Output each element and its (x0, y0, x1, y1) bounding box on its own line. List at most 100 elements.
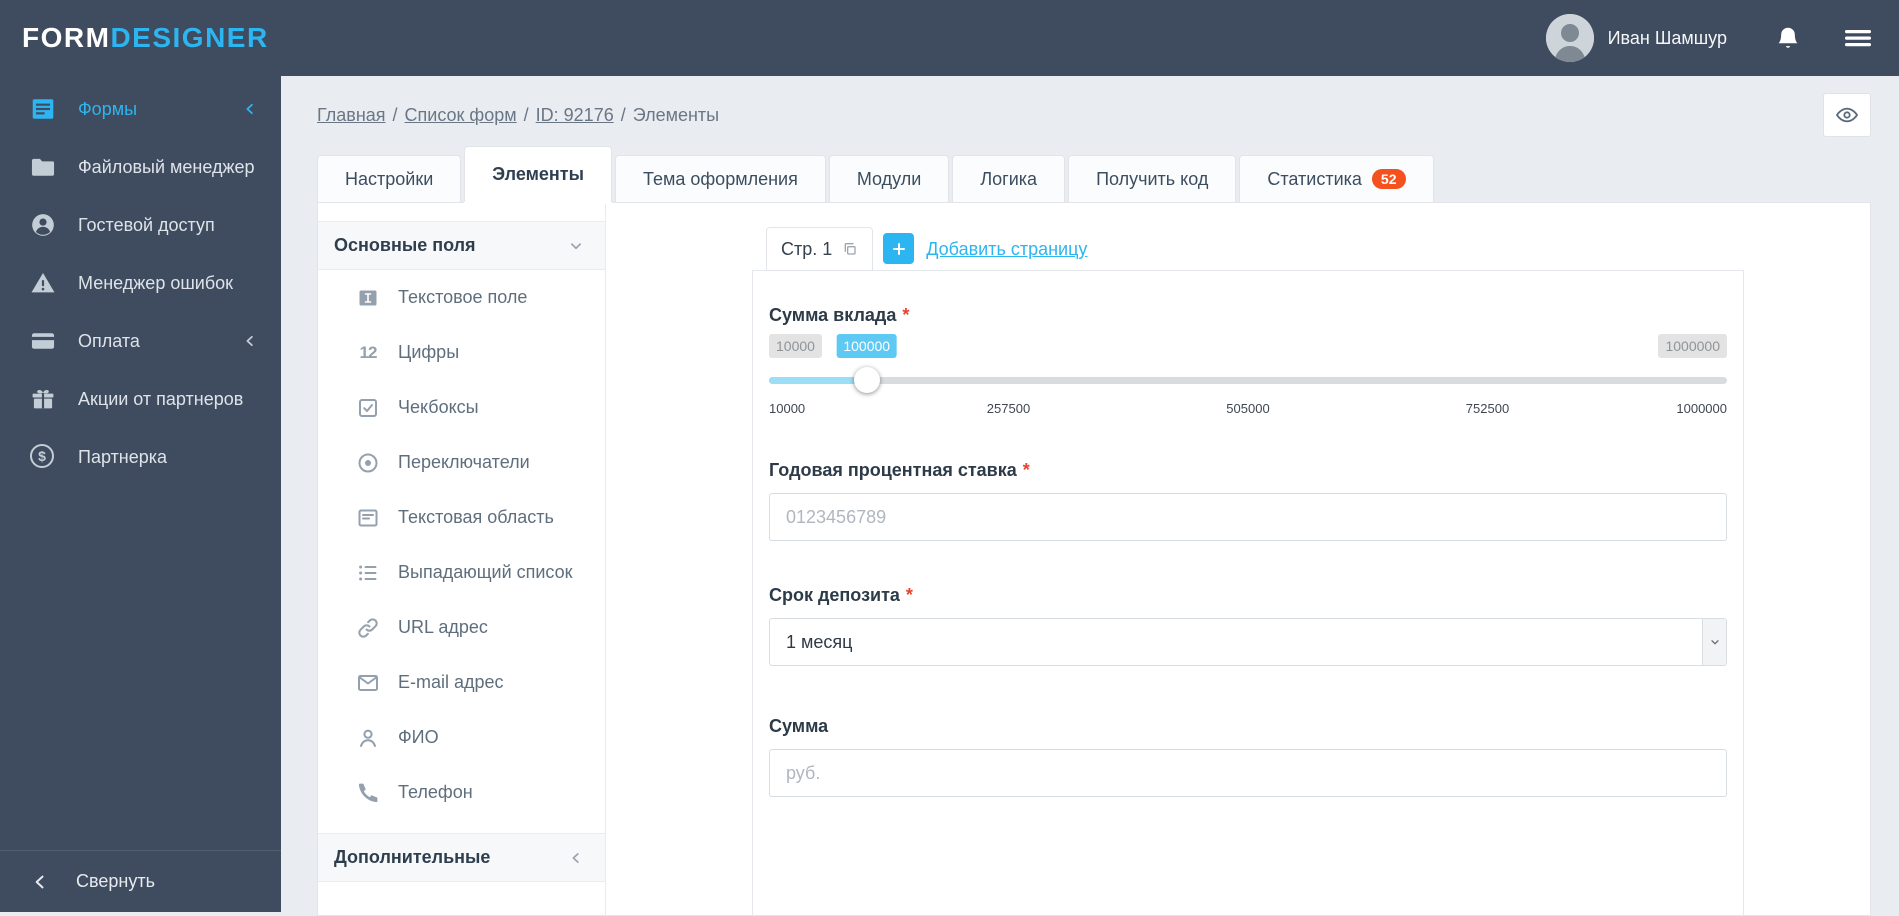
tab-elements[interactable]: Элементы (464, 146, 612, 202)
breadcrumb-link-forms-list[interactable]: Список форм (405, 105, 517, 126)
field-amount: Сумма (769, 716, 1727, 797)
rate-input[interactable] (769, 493, 1727, 541)
scale-tick: 1000000 (1676, 401, 1727, 416)
field-label: Срок депозита (769, 585, 900, 605)
form-builder-area: Стр. 1 Добавить страницу Сумма вклада * … (606, 203, 1870, 915)
slider-max-badge: 1000000 (1658, 334, 1727, 358)
tab-theme[interactable]: Тема оформления (614, 155, 826, 202)
element-item-text-field[interactable]: Текстовое поле (318, 270, 605, 325)
eye-icon (1835, 107, 1859, 123)
element-item-fullname[interactable]: ФИО (318, 710, 605, 765)
logo-text-primary: FORM (22, 22, 111, 53)
radio-button-icon (356, 451, 380, 475)
plus-icon (892, 242, 905, 255)
chevron-left-icon (30, 872, 50, 892)
topbar-right: Иван Шамшур (1545, 14, 1873, 62)
envelope-icon (356, 671, 380, 695)
breadcrumb-separator: / (620, 104, 626, 125)
sidebar-collapse-button[interactable]: Свернуть (0, 850, 281, 912)
logo-text-accent: DESIGNER (110, 22, 269, 53)
tab-statistics[interactable]: Статистика 52 (1239, 155, 1434, 202)
element-item-checkboxes[interactable]: Чекбоксы (318, 380, 605, 435)
breadcrumb-current: Элементы (632, 104, 720, 125)
statistics-count-badge: 52 (1371, 169, 1406, 189)
checkbox-icon (356, 396, 380, 420)
breadcrumb-row: Главная / Список форм / ID: 92176 / Элем… (317, 92, 1871, 138)
link-icon (356, 616, 380, 640)
notifications-bell-icon[interactable] (1775, 25, 1801, 51)
folder-icon (30, 154, 56, 180)
person-icon (356, 726, 380, 750)
element-item-phone[interactable]: Телефон (318, 765, 605, 820)
gift-icon (30, 386, 56, 412)
sidebar-item-payment[interactable]: Оплата (0, 312, 281, 370)
topbar: FORMDESIGNER Иван Шамшур (0, 0, 1899, 76)
app-logo: FORMDESIGNER (22, 22, 269, 54)
slider-badges: 10000 100000 1000000 (769, 334, 1727, 361)
numbers-icon: 12 (359, 342, 378, 362)
sidebar-item-forms[interactable]: Формы (0, 80, 281, 138)
scale-tick: 505000 (1226, 401, 1270, 416)
field-rate: Годовая процентная ставка * (769, 460, 1727, 541)
element-item-textarea[interactable]: Текстовая область (318, 490, 605, 545)
page-tabs-row: Стр. 1 Добавить страницу (752, 227, 1870, 271)
breadcrumb-link-home[interactable]: Главная (317, 105, 386, 126)
avatar-silhouette-icon (1545, 14, 1594, 62)
tab-get-code[interactable]: Получить код (1068, 155, 1237, 202)
credit-card-icon (30, 328, 56, 354)
group-basic-fields[interactable]: Основные поля (318, 221, 605, 270)
page-tab-1[interactable]: Стр. 1 (766, 227, 874, 271)
add-page-button[interactable] (883, 233, 915, 264)
slider-min-badge: 10000 (769, 334, 822, 358)
required-mark: * (1022, 460, 1030, 480)
field-term: Срок депозита * 1 месяц (769, 585, 1727, 666)
term-select[interactable]: 1 месяц (769, 618, 1727, 666)
sidebar-nav: Формы Файловый менеджер Гостевой доступ … (0, 76, 281, 486)
warning-triangle-icon (30, 270, 56, 296)
sidebar-item-partner-promos[interactable]: Акции от партнеров (0, 370, 281, 428)
field-deposit: Сумма вклада * 10000 100000 1000000 10000… (769, 305, 1727, 418)
element-item-numbers[interactable]: 12 Цифры (318, 325, 605, 380)
sidebar-item-affiliate[interactable]: $ Партнерка (0, 428, 281, 486)
sidebar-item-label: Гостевой доступ (78, 214, 215, 235)
user-avatar[interactable] (1545, 14, 1594, 62)
select-dropdown-arrow-icon[interactable] (1702, 619, 1726, 665)
element-item-email[interactable]: E-mail адрес (318, 655, 605, 710)
forms-icon (30, 96, 56, 122)
preview-eye-button[interactable] (1823, 93, 1871, 137)
required-mark: * (902, 305, 910, 325)
scale-tick: 752500 (1465, 401, 1510, 416)
add-page-link[interactable]: Добавить страницу (926, 239, 1087, 260)
field-label: Годовая процентная ставка (769, 460, 1017, 480)
breadcrumb-separator: / (392, 104, 398, 125)
chevron-left-icon (241, 100, 259, 118)
element-item-dropdown[interactable]: Выпадающий список (318, 545, 605, 600)
tab-logic[interactable]: Логика (952, 155, 1066, 202)
sidebar-item-label: Акции от партнеров (78, 388, 244, 409)
collapse-label: Свернуть (76, 871, 155, 891)
breadcrumb-link-form-id[interactable]: ID: 92176 (536, 105, 614, 126)
element-item-url[interactable]: URL адрес (318, 600, 605, 655)
sidebar-item-guest-access[interactable]: Гостевой доступ (0, 196, 281, 254)
sidebar-item-file-manager[interactable]: Файловый менеджер (0, 138, 281, 196)
group-additional-fields[interactable]: Дополнительные (318, 833, 605, 882)
slider-handle[interactable] (853, 367, 880, 393)
sidebar-item-error-manager[interactable]: Менеджер ошибок (0, 254, 281, 312)
breadcrumb-separator: / (523, 104, 529, 125)
sidebar-item-label: Партнерка (78, 446, 168, 467)
field-label: Сумма вклада (769, 305, 897, 325)
sidebar: Формы Файловый менеджер Гостевой доступ … (0, 76, 281, 912)
content-panel: Основные поля Текстовое поле 12 Цифры Че… (317, 202, 1871, 916)
form-tabs: Настройки Элементы Тема оформления Модул… (317, 146, 1871, 202)
user-circle-icon (30, 212, 56, 238)
dollar-glyph: $ (38, 448, 46, 464)
amount-input[interactable] (769, 749, 1727, 797)
duplicate-page-icon[interactable] (842, 241, 858, 257)
tab-modules[interactable]: Модули (828, 155, 950, 202)
sidebar-item-label: Файловый менеджер (78, 156, 255, 177)
hamburger-menu-icon[interactable] (1843, 26, 1873, 50)
slider-track[interactable] (769, 377, 1727, 384)
tab-settings[interactable]: Настройки (317, 155, 462, 202)
breadcrumb: Главная / Список форм / ID: 92176 / Элем… (317, 105, 719, 126)
element-item-radios[interactable]: Переключатели (318, 435, 605, 490)
